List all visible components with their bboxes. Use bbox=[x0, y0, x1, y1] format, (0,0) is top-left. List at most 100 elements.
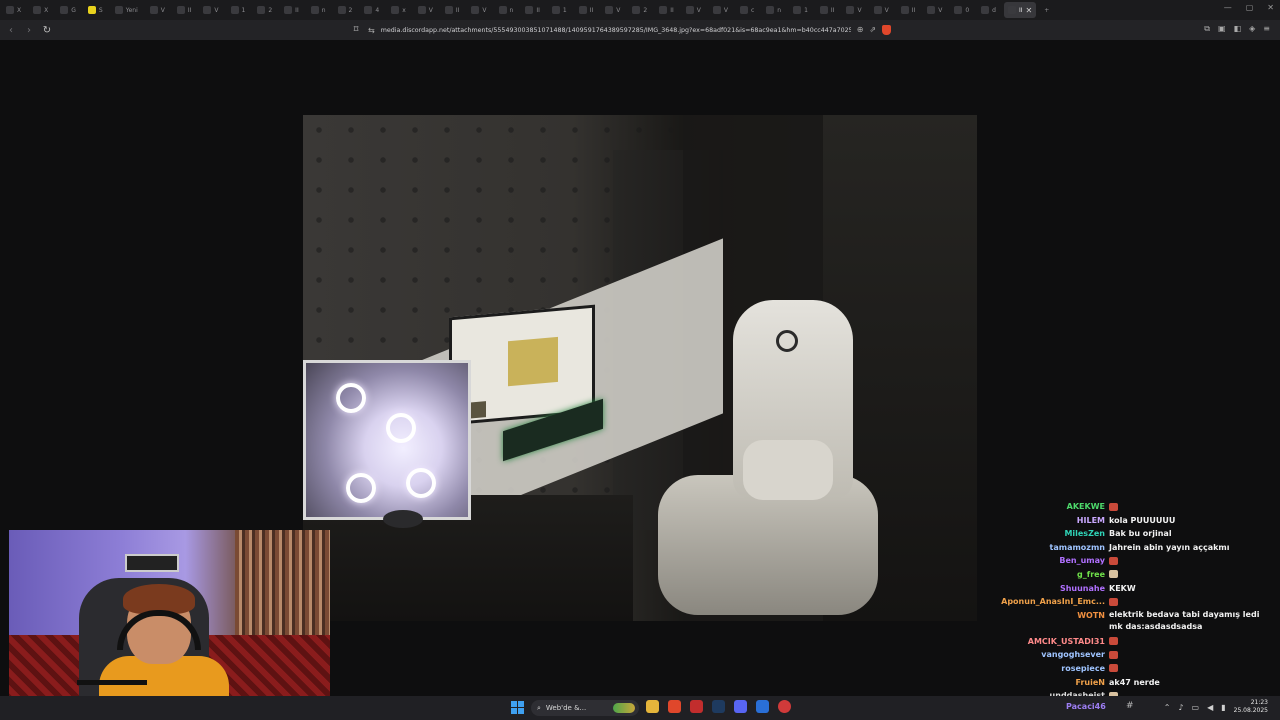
taskbar-search[interactable]: ⌕ Web'de &... bbox=[531, 700, 639, 716]
clock[interactable]: 21:23 25.08.2025 bbox=[1234, 699, 1268, 715]
browser-tab[interactable]: c bbox=[736, 2, 758, 18]
tab-close-icon[interactable]: ✕ bbox=[1026, 6, 1033, 15]
chat-username[interactable]: vangoghsever bbox=[960, 648, 1105, 661]
browser-tab[interactable]: V bbox=[601, 2, 624, 18]
browser-tab[interactable]: II ✕ bbox=[1003, 2, 1037, 18]
forward-icon[interactable]: › bbox=[22, 23, 36, 37]
browser-tab[interactable]: V bbox=[709, 2, 732, 18]
browser-tab[interactable]: 1 bbox=[548, 2, 571, 18]
tab-favicon-icon bbox=[310, 6, 319, 14]
browser-tab[interactable]: 0 bbox=[950, 2, 973, 18]
search-icon: ⌕ bbox=[537, 703, 541, 712]
steam-icon[interactable] bbox=[712, 700, 725, 713]
file-explorer-icon[interactable] bbox=[646, 700, 659, 713]
browser-tab[interactable]: II bbox=[173, 2, 196, 18]
browser-tab[interactable]: V bbox=[842, 2, 865, 18]
sidebar-icon[interactable]: ◧ bbox=[1234, 24, 1242, 34]
chat-username[interactable]: HILEM bbox=[960, 514, 1105, 527]
chat-username[interactable]: unddasheist bbox=[960, 689, 1105, 696]
browser-tab[interactable]: V bbox=[146, 2, 169, 18]
browser-tab[interactable]: G bbox=[56, 2, 80, 18]
browser-tab[interactable]: 4 bbox=[360, 2, 383, 18]
browser-tab[interactable]: II bbox=[280, 2, 303, 18]
discord-icon[interactable] bbox=[734, 700, 747, 713]
close-window-icon[interactable]: ✕ bbox=[1267, 3, 1274, 12]
browser-tab[interactable]: V bbox=[923, 2, 946, 18]
maximize-icon[interactable]: ▢ bbox=[1246, 3, 1254, 12]
tab-label: V bbox=[482, 6, 487, 14]
browser-tab[interactable]: V bbox=[199, 2, 222, 18]
browser-tab[interactable]: II bbox=[441, 2, 464, 18]
extensions-icon[interactable]: ⧉ bbox=[1204, 24, 1210, 34]
site-info-icon[interactable]: ⇆ bbox=[368, 26, 375, 35]
browser-tab[interactable]: II bbox=[521, 2, 544, 18]
microphone-icon[interactable]: ♪ bbox=[1178, 703, 1183, 712]
browser-tab[interactable]: V bbox=[870, 2, 893, 18]
new-tab-button[interactable]: + bbox=[1040, 2, 1062, 18]
tab-favicon-icon bbox=[900, 6, 909, 14]
bookmark-icon[interactable]: ⌑ bbox=[350, 25, 362, 35]
chat-username[interactable]: rosepiece bbox=[960, 662, 1105, 675]
chat-message: HILEM kola PUUUUUU bbox=[960, 514, 1280, 528]
chat-username[interactable]: Aponun_AnasInI_Emc... bbox=[960, 595, 1105, 608]
volume-icon[interactable]: ◀ bbox=[1207, 703, 1213, 712]
wallet-icon[interactable]: ▣ bbox=[1218, 24, 1226, 34]
browser-tab[interactable]: V bbox=[467, 2, 490, 18]
channel-hash: # bbox=[1126, 701, 1134, 711]
browser-tab[interactable]: S bbox=[84, 2, 107, 18]
browser-tab[interactable]: n bbox=[762, 2, 785, 18]
browser-tab[interactable]: x bbox=[387, 2, 410, 18]
tab-favicon-icon bbox=[685, 6, 694, 14]
tab-label: V bbox=[428, 6, 433, 14]
app-icon[interactable] bbox=[756, 700, 769, 713]
minimize-icon[interactable]: — bbox=[1224, 3, 1232, 12]
chat-username[interactable]: g_free bbox=[960, 568, 1105, 581]
brave-browser-icon[interactable] bbox=[668, 700, 681, 713]
chat-username[interactable]: WOTN bbox=[960, 609, 1105, 622]
network-icon[interactable]: ▭ bbox=[1192, 703, 1200, 712]
browser-tab[interactable]: V bbox=[682, 2, 705, 18]
chevron-up-icon[interactable]: ⌃ bbox=[1164, 703, 1171, 712]
menu-icon[interactable]: ≡ bbox=[1263, 24, 1270, 34]
url-text[interactable]: media.discordapp.net/attachments/5554930… bbox=[381, 27, 851, 34]
chat-message: g_free bbox=[960, 568, 1280, 582]
chat-username[interactable]: MilesZen bbox=[960, 527, 1105, 540]
browser-tab[interactable]: II bbox=[655, 2, 678, 18]
browser-tab[interactable]: II bbox=[575, 2, 598, 18]
chat-username[interactable]: FruieN bbox=[960, 676, 1105, 689]
share-icon[interactable]: ⇗ bbox=[869, 25, 876, 35]
obs-icon[interactable] bbox=[778, 700, 791, 713]
back-icon[interactable]: ‹ bbox=[4, 23, 18, 37]
chat-text bbox=[1109, 689, 1118, 696]
browser-tab[interactable]: Yeni bbox=[111, 2, 142, 18]
browser-tab[interactable]: II bbox=[816, 2, 839, 18]
chat-username[interactable]: tamamozmn bbox=[960, 541, 1105, 554]
browser-tab[interactable]: n bbox=[307, 2, 330, 18]
browser-tab[interactable]: 1 bbox=[227, 2, 250, 18]
browser-tab[interactable]: 2 bbox=[628, 2, 651, 18]
zoom-icon[interactable]: ⊕ bbox=[857, 25, 864, 35]
browser-tab[interactable]: V bbox=[414, 2, 437, 18]
chat-username[interactable]: Shuunahe bbox=[960, 582, 1105, 595]
browser-tab[interactable]: 1 bbox=[789, 2, 812, 18]
browser-tab[interactable]: II bbox=[897, 2, 920, 18]
reload-icon[interactable]: ↻ bbox=[40, 23, 54, 37]
tab-favicon-icon bbox=[176, 6, 185, 14]
battery-icon[interactable]: ▮ bbox=[1221, 703, 1225, 712]
pinned-app-icon[interactable] bbox=[690, 700, 703, 713]
browser-tab[interactable]: 2 bbox=[334, 2, 357, 18]
chat-username[interactable]: AKEKWE bbox=[960, 500, 1105, 513]
browser-tab[interactable]: X bbox=[2, 2, 25, 18]
browser-tab[interactable]: n bbox=[495, 2, 518, 18]
chat-username[interactable]: AMCIK_USTADI31 bbox=[960, 635, 1105, 648]
address-bar[interactable]: ⌑ ⇆ media.discordapp.net/attachments/555… bbox=[350, 23, 910, 37]
browser-tab[interactable]: X bbox=[29, 2, 52, 18]
browser-tab[interactable]: 2 bbox=[253, 2, 276, 18]
tab-favicon-icon bbox=[498, 6, 507, 14]
vpn-icon[interactable]: ◈ bbox=[1249, 24, 1255, 34]
chat-username[interactable]: Ben_umay bbox=[960, 554, 1105, 567]
tab-label: d bbox=[992, 6, 996, 14]
windows-start-icon[interactable] bbox=[511, 701, 524, 714]
browser-tab[interactable]: d bbox=[977, 2, 1000, 18]
brave-shield-icon[interactable] bbox=[882, 25, 892, 35]
